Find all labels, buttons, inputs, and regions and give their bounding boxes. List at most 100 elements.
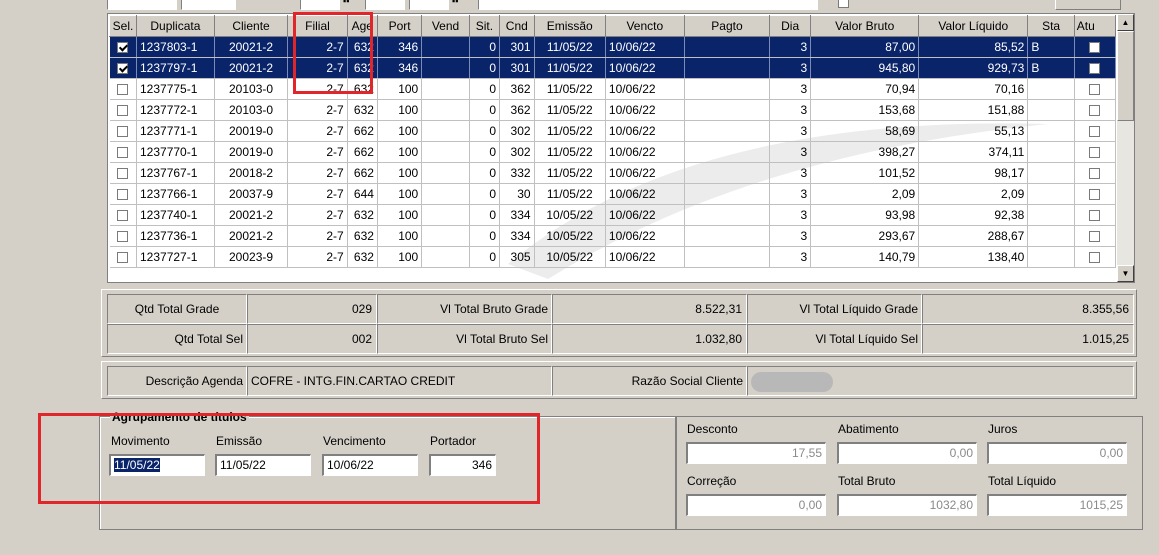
select-checkbox[interactable] (117, 210, 129, 222)
atu-checkbox[interactable] (1089, 147, 1101, 159)
select-checkbox[interactable] (117, 126, 129, 138)
select-checkbox[interactable] (117, 252, 129, 264)
column-header[interactable]: Duplicata (136, 15, 215, 37)
atu-checkbox[interactable] (1089, 231, 1101, 243)
atu-checkbox-cell[interactable] (1074, 78, 1117, 100)
filter-field-5[interactable] (409, 0, 449, 10)
atu-checkbox-cell[interactable] (1074, 141, 1117, 163)
cell-fil: 2-7 (287, 183, 348, 205)
cell-port: 100 (377, 120, 423, 142)
select-checkbox[interactable] (117, 147, 129, 159)
atu-checkbox[interactable] (1089, 42, 1101, 54)
select-checkbox-cell[interactable] (109, 225, 137, 247)
binoculars-icon[interactable]: ▪▪ (343, 0, 361, 10)
atu-checkbox[interactable] (1089, 189, 1101, 201)
column-header[interactable]: Cliente (213, 15, 289, 37)
select-checkbox-cell[interactable] (109, 57, 137, 79)
atu-checkbox[interactable] (1089, 63, 1101, 75)
filter-field-6[interactable] (478, 0, 818, 10)
atu-checkbox-cell[interactable] (1074, 99, 1117, 121)
table-row[interactable]: 1237736-1 20021-2 2-7 632 100 0 334 10/05/22 10/… (109, 225, 1117, 247)
atu-checkbox[interactable] (1089, 126, 1101, 138)
column-header[interactable]: Atu (1073, 15, 1117, 37)
select-checkbox-cell[interactable] (109, 99, 137, 121)
titles-grid[interactable]: Sel. Duplicata Cliente Filial Age Port Vend Sit… (107, 13, 1135, 283)
table-row[interactable]: 1237767-1 20018-2 2-7 662 100 0 332 11/05/22 10/… (109, 162, 1117, 184)
table-row[interactable]: 1237803-1 20021-2 2-7 632 346 0 301 11/05/22 10/… (109, 36, 1117, 58)
column-header[interactable]: Vencto (604, 15, 685, 37)
column-header[interactable]: Pagto (683, 15, 771, 37)
grid-scrollbar[interactable]: ▲ ▼ (1117, 14, 1134, 282)
atu-checkbox[interactable] (1089, 84, 1101, 96)
cell-pag (684, 162, 771, 184)
select-checkbox-cell[interactable] (109, 204, 137, 226)
table-row[interactable]: 1237740-1 20021-2 2-7 632 100 0 334 10/05/22 10/… (109, 204, 1117, 226)
table-row[interactable]: 1237772-1 20103-0 2-7 632 100 0 362 11/05/22 10/… (109, 99, 1117, 121)
table-row[interactable]: 1237797-1 20021-2 2-7 632 346 0 301 11/05/22 10/… (109, 57, 1117, 79)
filter-field-4[interactable] (365, 0, 405, 10)
cell-vb: 293,67 (810, 225, 920, 247)
cell-cnd: 30 (499, 183, 535, 205)
select-checkbox-cell[interactable] (109, 120, 137, 142)
table-row[interactable]: 1237775-1 20103-0 2-7 632 100 0 362 11/05/22 10/… (109, 78, 1117, 100)
select-checkbox[interactable] (117, 84, 129, 96)
binoculars-icon[interactable]: ▪▪ (452, 0, 470, 10)
select-checkbox-cell[interactable] (109, 78, 137, 100)
select-checkbox-cell[interactable] (109, 162, 137, 184)
select-checkbox[interactable] (117, 63, 129, 75)
scroll-up-icon[interactable]: ▲ (1117, 14, 1134, 31)
select-checkbox[interactable] (117, 42, 129, 54)
atu-checkbox[interactable] (1089, 252, 1101, 264)
column-header[interactable]: Vend (421, 15, 470, 37)
cell-port: 100 (377, 78, 423, 100)
cell-vb: 58,69 (810, 120, 920, 142)
table-row[interactable]: 1237766-1 20037-9 2-7 644 100 0 30 11/05/22 10/0… (109, 183, 1117, 205)
atu-checkbox-cell[interactable] (1074, 183, 1117, 205)
cell-sit: 0 (469, 99, 501, 121)
atu-checkbox-cell[interactable] (1074, 246, 1117, 268)
select-checkbox[interactable] (117, 189, 129, 201)
table-row[interactable]: 1237727-1 20023-9 2-7 632 100 0 305 10/05/22 10/… (109, 246, 1117, 268)
cell-vend (421, 120, 470, 142)
column-header[interactable]: Valor Bruto (810, 15, 920, 37)
filter-field-1[interactable] (107, 0, 177, 10)
scroll-thumb[interactable] (1117, 31, 1134, 121)
razao-label: Razão Social Cliente (552, 366, 747, 396)
atu-checkbox-cell[interactable] (1074, 204, 1117, 226)
atu-checkbox[interactable] (1089, 210, 1101, 222)
atu-checkbox-cell[interactable] (1074, 36, 1117, 58)
cell-sit: 0 (469, 162, 501, 184)
atu-checkbox-cell[interactable] (1074, 57, 1117, 79)
select-checkbox-cell[interactable] (109, 246, 137, 268)
table-row[interactable]: 1237770-1 20019-0 2-7 662 100 0 302 11/05/22 10/… (109, 141, 1117, 163)
filter-field-2[interactable] (181, 0, 236, 10)
cell-dup: 1237727-1 (136, 246, 215, 268)
filter-field-3[interactable] (300, 0, 340, 10)
column-header[interactable]: Dia (769, 15, 812, 37)
select-checkbox-cell[interactable] (109, 36, 137, 58)
column-header[interactable]: Port (376, 15, 423, 37)
cell-dia: 3 (769, 120, 812, 142)
column-header[interactable]: Valor Líquido (918, 15, 1029, 37)
select-checkbox[interactable] (117, 168, 129, 180)
atu-checkbox-cell[interactable] (1074, 120, 1117, 142)
select-checkbox-cell[interactable] (109, 183, 137, 205)
select-checkbox-cell[interactable] (109, 141, 137, 163)
top-button[interactable] (1055, 0, 1121, 10)
atu-checkbox[interactable] (1089, 168, 1101, 180)
column-header[interactable]: Cnd (499, 15, 535, 37)
select-checkbox[interactable] (117, 105, 129, 117)
top-checkbox[interactable] (838, 0, 849, 8)
atu-checkbox-cell[interactable] (1074, 225, 1117, 247)
scroll-down-icon[interactable]: ▼ (1117, 265, 1134, 282)
table-row[interactable]: 1237771-1 20019-0 2-7 662 100 0 302 11/05/22 10/… (109, 120, 1117, 142)
cell-vend (421, 78, 470, 100)
atu-checkbox-cell[interactable] (1074, 162, 1117, 184)
column-header[interactable]: Sel. (109, 15, 137, 37)
atu-checkbox[interactable] (1089, 105, 1101, 117)
column-header[interactable]: Sta (1027, 15, 1075, 37)
select-checkbox[interactable] (117, 231, 129, 243)
column-header[interactable]: Emissão (533, 15, 606, 37)
cell-venc: 10/06/22 (605, 141, 685, 163)
column-header[interactable]: Sit. (468, 15, 501, 37)
